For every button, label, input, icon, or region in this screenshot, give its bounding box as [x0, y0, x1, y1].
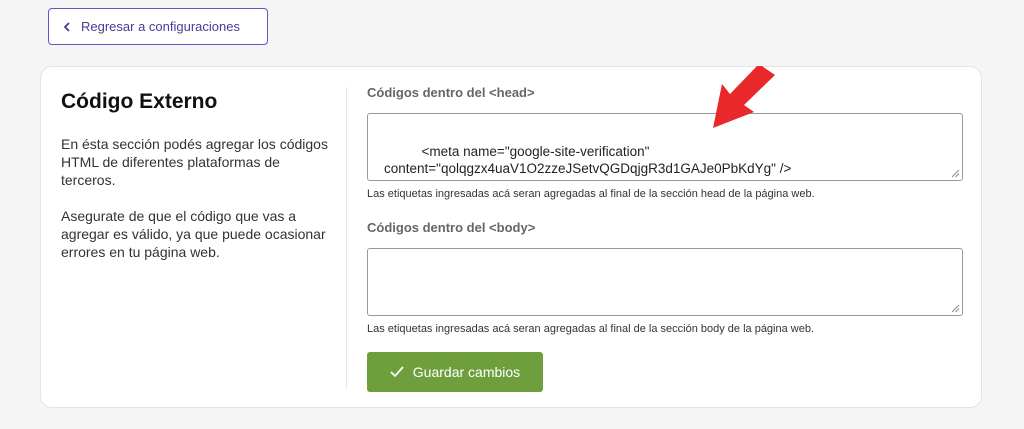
head-code-help: Las etiquetas ingresadas acá seran agreg… — [367, 188, 815, 200]
back-button-label: Regresar a configuraciones — [81, 19, 240, 34]
code-form: Códigos dentro del <head> <meta name="go… — [367, 85, 963, 392]
save-changes-button[interactable]: Guardar cambios — [367, 352, 543, 392]
check-icon — [390, 366, 404, 378]
chevron-left-icon — [63, 21, 71, 32]
red-arrow-icon — [713, 66, 775, 128]
description-paragraph-2: Asegurate de que el código que vas a agr… — [61, 208, 326, 260]
resize-grip-icon[interactable] — [951, 304, 960, 313]
section-title: Código Externo — [61, 90, 218, 113]
section-description: En ésta sección podés agregar los código… — [61, 135, 331, 261]
body-code-label: Códigos dentro del <body> — [367, 220, 536, 235]
body-code-field: Códigos dentro del <body> Las etiquetas … — [367, 220, 963, 336]
head-code-field: Códigos dentro del <head> <meta name="go… — [367, 85, 963, 201]
description-paragraph-1: En ésta sección podés agregar los código… — [61, 136, 328, 188]
head-code-textarea[interactable]: <meta name="google-site-verification" co… — [367, 113, 963, 181]
body-code-textarea[interactable] — [367, 248, 963, 316]
column-divider — [346, 87, 347, 389]
section-info: Código Externo En ésta sección podés agr… — [61, 89, 331, 279]
head-code-label: Códigos dentro del <head> — [367, 85, 535, 100]
external-code-card: Código Externo En ésta sección podés agr… — [40, 66, 982, 408]
save-button-label: Guardar cambios — [412, 364, 521, 380]
page: Regresar a configuraciones Código Extern… — [0, 0, 1024, 429]
resize-grip-icon[interactable] — [951, 169, 960, 178]
body-code-help: Las etiquetas ingresadas acá seran agreg… — [367, 323, 815, 335]
back-to-settings-button[interactable]: Regresar a configuraciones — [48, 8, 268, 45]
head-code-value: <meta name="google-site-verification" co… — [384, 144, 792, 176]
